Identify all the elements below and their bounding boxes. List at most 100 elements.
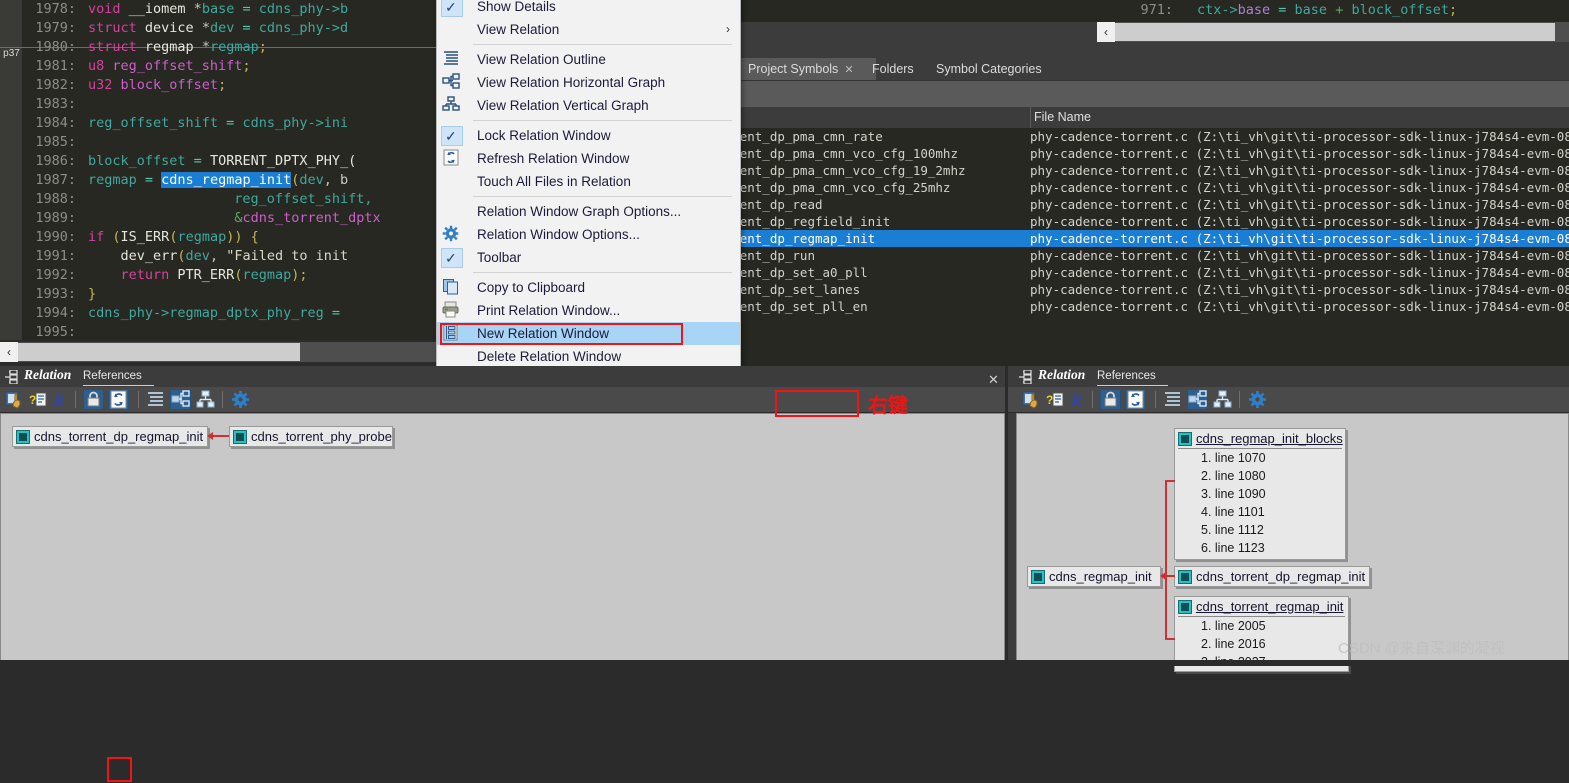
relation-right-canvas[interactable]: cdns_regmap_init_blocks 1. line 1070 2. … (1016, 413, 1569, 672)
menu-item-show-details[interactable]: ✓ Show Details (437, 0, 740, 18)
code-line-text[interactable]: if (IS_ERR(regmap)) { (88, 229, 259, 245)
menu-item-relation-window-graph-options[interactable]: Relation Window Graph Options... (437, 200, 740, 223)
code-editor-secondary[interactable]: 971: ctx->base = base + block_offset; (1097, 0, 1569, 22)
table-row[interactable]: cdns_torrent_dp_regmap_init phy-cadence-t… (738, 230, 1569, 247)
node-line-ref[interactable]: 5. line 1112 (1175, 521, 1345, 539)
outline-view-icon[interactable] (146, 390, 165, 409)
graph-node-header[interactable]: cdns_torrent_dp_regmap_init (1175, 567, 1369, 586)
node-line-ref[interactable]: 1. line 2005 (1175, 617, 1348, 635)
editor-secondary-hscrollbar[interactable]: ‹ (1097, 22, 1569, 42)
node-line-ref[interactable]: 2. line 2016 (1175, 635, 1348, 653)
menu-item-touch-all-files-in-relation[interactable]: Touch All Files in Relation (437, 170, 740, 193)
gear-icon[interactable] (231, 390, 250, 409)
code-line-text[interactable]: return PTR_ERR(regmap); (88, 267, 308, 283)
menu-item-view-relation-horizontal-graph[interactable]: View Relation Horizontal Graph (437, 71, 740, 94)
node-line-ref[interactable]: 1. line 1070 (1175, 449, 1345, 467)
menu-item-delete-relation-window[interactable]: Delete Relation Window (437, 345, 740, 368)
tab-symbol-categories[interactable]: Symbol Categories (926, 58, 1068, 80)
code-line-text[interactable]: u32 block_offset; (88, 77, 226, 93)
horizontal-graph-icon[interactable] (170, 389, 191, 410)
r-script-icon[interactable]: R (53, 390, 72, 409)
project-symbols-panel[interactable]: Project Symbols ✕ Folders Symbol Categories… (738, 56, 1569, 366)
table-row[interactable]: cdns_torrent_dp_set_lanes phy-cadence-tor… (738, 281, 1569, 298)
hand-icon[interactable] (5, 390, 24, 409)
code-line-text[interactable]: cdns_phy->regmap_dptx_phy_reg = (88, 305, 348, 321)
table-row[interactable]: cdns_torrent_dp_pma_cmn_vco_cfg_19_2mhz p… (738, 162, 1569, 179)
relation-right-toolbar[interactable]: ? R (1008, 387, 1569, 413)
menu-item-view-relation[interactable]: View Relation › (437, 18, 740, 41)
code-line-text[interactable]: &cdns_torrent_dptx (88, 210, 380, 226)
graph-node[interactable]: cdns_regmap_init_blocks 1. line 1070 2. … (1174, 428, 1346, 560)
code-line-text[interactable]: regmap = cdns_regmap_init(dev, b (88, 172, 348, 188)
table-row[interactable]: cdns_torrent_dp_pma_cmn_rate phy-cadence-… (738, 128, 1569, 145)
table-row[interactable]: cdns_torrent_dp_pma_cmn_vco_cfg_25mhz phy… (738, 179, 1569, 196)
symbol-column-header[interactable]: File Name (738, 107, 1569, 129)
lock-icon[interactable] (83, 389, 104, 410)
graph-node[interactable]: cdns_torrent_phy_probe (229, 426, 393, 447)
menu-item-relation-window-options[interactable]: Relation Window Options... (437, 223, 740, 246)
graph-node[interactable]: cdns_torrent_dp_regmap_init (12, 426, 208, 447)
menu-item-lock-relation-window[interactable]: ✓ Lock Relation Window (437, 124, 740, 147)
table-row[interactable]: cdns_torrent_dp_regfield_init phy-cadence… (738, 213, 1569, 230)
code-line-text[interactable]: reg_offset_shift = cdns_phy->ini (88, 115, 348, 131)
menu-item-toolbar[interactable]: ✓ Toolbar (437, 246, 740, 269)
relation-left-canvas[interactable]: cdns_torrent_dp_regmap_init cdns_torrent… (0, 413, 1005, 666)
refresh-icon[interactable] (108, 389, 129, 410)
window-bottom-edge (0, 660, 1569, 666)
graph-node-header[interactable]: cdns_torrent_phy_probe (230, 427, 392, 446)
code-line-text[interactable]: u8 reg_offset_shift; (88, 58, 251, 74)
code-line-text[interactable]: struct regmap *regmap; (88, 39, 267, 55)
column-header-file-name[interactable]: File Name (1034, 107, 1091, 128)
menu-item-view-relation-vertical-graph[interactable]: View Relation Vertical Graph (437, 94, 740, 117)
scroll-left-arrow-2[interactable]: ‹ (1097, 22, 1115, 42)
symbol-search-row[interactable] (738, 81, 1569, 108)
graph-node-header[interactable]: cdns_regmap_init (1028, 567, 1160, 586)
code-line-text[interactable]: reg_offset_shift, (88, 191, 372, 207)
code-line-text[interactable]: struct device *dev = cdns_phy->d (88, 20, 348, 36)
hscroll-thumb-2[interactable] (1115, 23, 1555, 41)
table-row[interactable]: cdns_torrent_dp_set_a0_pll phy-cadence-to… (738, 264, 1569, 281)
horizontal-graph-icon[interactable] (1187, 389, 1208, 410)
query-icon[interactable]: ? (1046, 390, 1065, 409)
editor-hscrollbar[interactable]: ‹ (0, 342, 436, 362)
code-line-text[interactable]: dev_err(dev, "Failed to init (88, 248, 349, 264)
close-icon[interactable]: ✕ (988, 372, 999, 388)
menu-item-view-relation-outline[interactable]: View Relation Outline (437, 48, 740, 71)
vertical-graph-icon[interactable] (196, 390, 215, 409)
code-line-text[interactable]: void __iomem *base = cdns_phy->b (88, 1, 348, 17)
refresh-icon[interactable] (1125, 389, 1146, 410)
r-script-icon[interactable]: R (1070, 390, 1089, 409)
query-icon[interactable]: ? (29, 390, 48, 409)
table-row[interactable]: cdns_torrent_dp_run phy-cadence-torrent.c… (738, 247, 1569, 264)
graph-node-header[interactable]: cdns_regmap_init_blocks (1175, 429, 1345, 448)
gear-icon[interactable] (1248, 390, 1267, 409)
symbol-panel-tabstrip[interactable]: Project Symbols ✕ Folders Symbol Categories (738, 56, 1569, 80)
tab-close-icon[interactable]: ✕ (844, 64, 853, 76)
outline-view-icon[interactable] (1163, 390, 1182, 409)
node-line-ref[interactable]: 6. line 1123 (1175, 539, 1345, 559)
graph-node[interactable]: cdns_regmap_init (1027, 566, 1161, 587)
table-row[interactable]: cdns_torrent_dp_pma_cmn_vco_cfg_100mhz ph… (738, 145, 1569, 162)
symbol-list[interactable]: cdns_torrent_dp_pma_cmn_rate phy-cadence-… (738, 128, 1569, 366)
hand-icon[interactable] (1022, 390, 1041, 409)
relation-panel-right[interactable]: Relation References ? R cdns_regmap_init_… (1008, 366, 1569, 672)
node-line-ref[interactable]: 2. line 1080 (1175, 467, 1345, 485)
menu-item-copy-to-clipboard[interactable]: Copy to Clipboard (437, 276, 740, 299)
graph-node[interactable]: cdns_torrent_dp_regmap_init (1174, 566, 1370, 587)
graph-node-header[interactable]: cdns_torrent_dp_regmap_init (13, 427, 207, 446)
code-line-text[interactable]: } (88, 286, 96, 302)
scroll-left-arrow[interactable]: ‹ (0, 342, 18, 362)
node-line-ref[interactable]: 3. line 1090 (1175, 485, 1345, 503)
graph-node-header[interactable]: cdns_torrent_regmap_init (1175, 597, 1348, 616)
menu-item-print-relation-window[interactable]: Print Relation Window... (437, 299, 740, 322)
column-divider[interactable] (1030, 107, 1031, 128)
vertical-graph-icon[interactable] (1213, 390, 1232, 409)
node-line-ref[interactable]: 4. line 1101 (1175, 503, 1345, 521)
tab-project-symbols[interactable]: Project Symbols ✕ (738, 58, 876, 80)
menu-item-refresh-relation-window[interactable]: Refresh Relation Window (437, 147, 740, 170)
table-row[interactable]: cdns_torrent_dp_read phy-cadence-torrent.… (738, 196, 1569, 213)
table-row[interactable]: cdns_torrent_dp_set_pll_en phy-cadence-to… (738, 298, 1569, 315)
hscroll-thumb[interactable] (18, 343, 300, 361)
code-line-text[interactable]: block_offset = TORRENT_DPTX_PHY_( (88, 153, 356, 169)
lock-icon[interactable] (1100, 389, 1121, 410)
